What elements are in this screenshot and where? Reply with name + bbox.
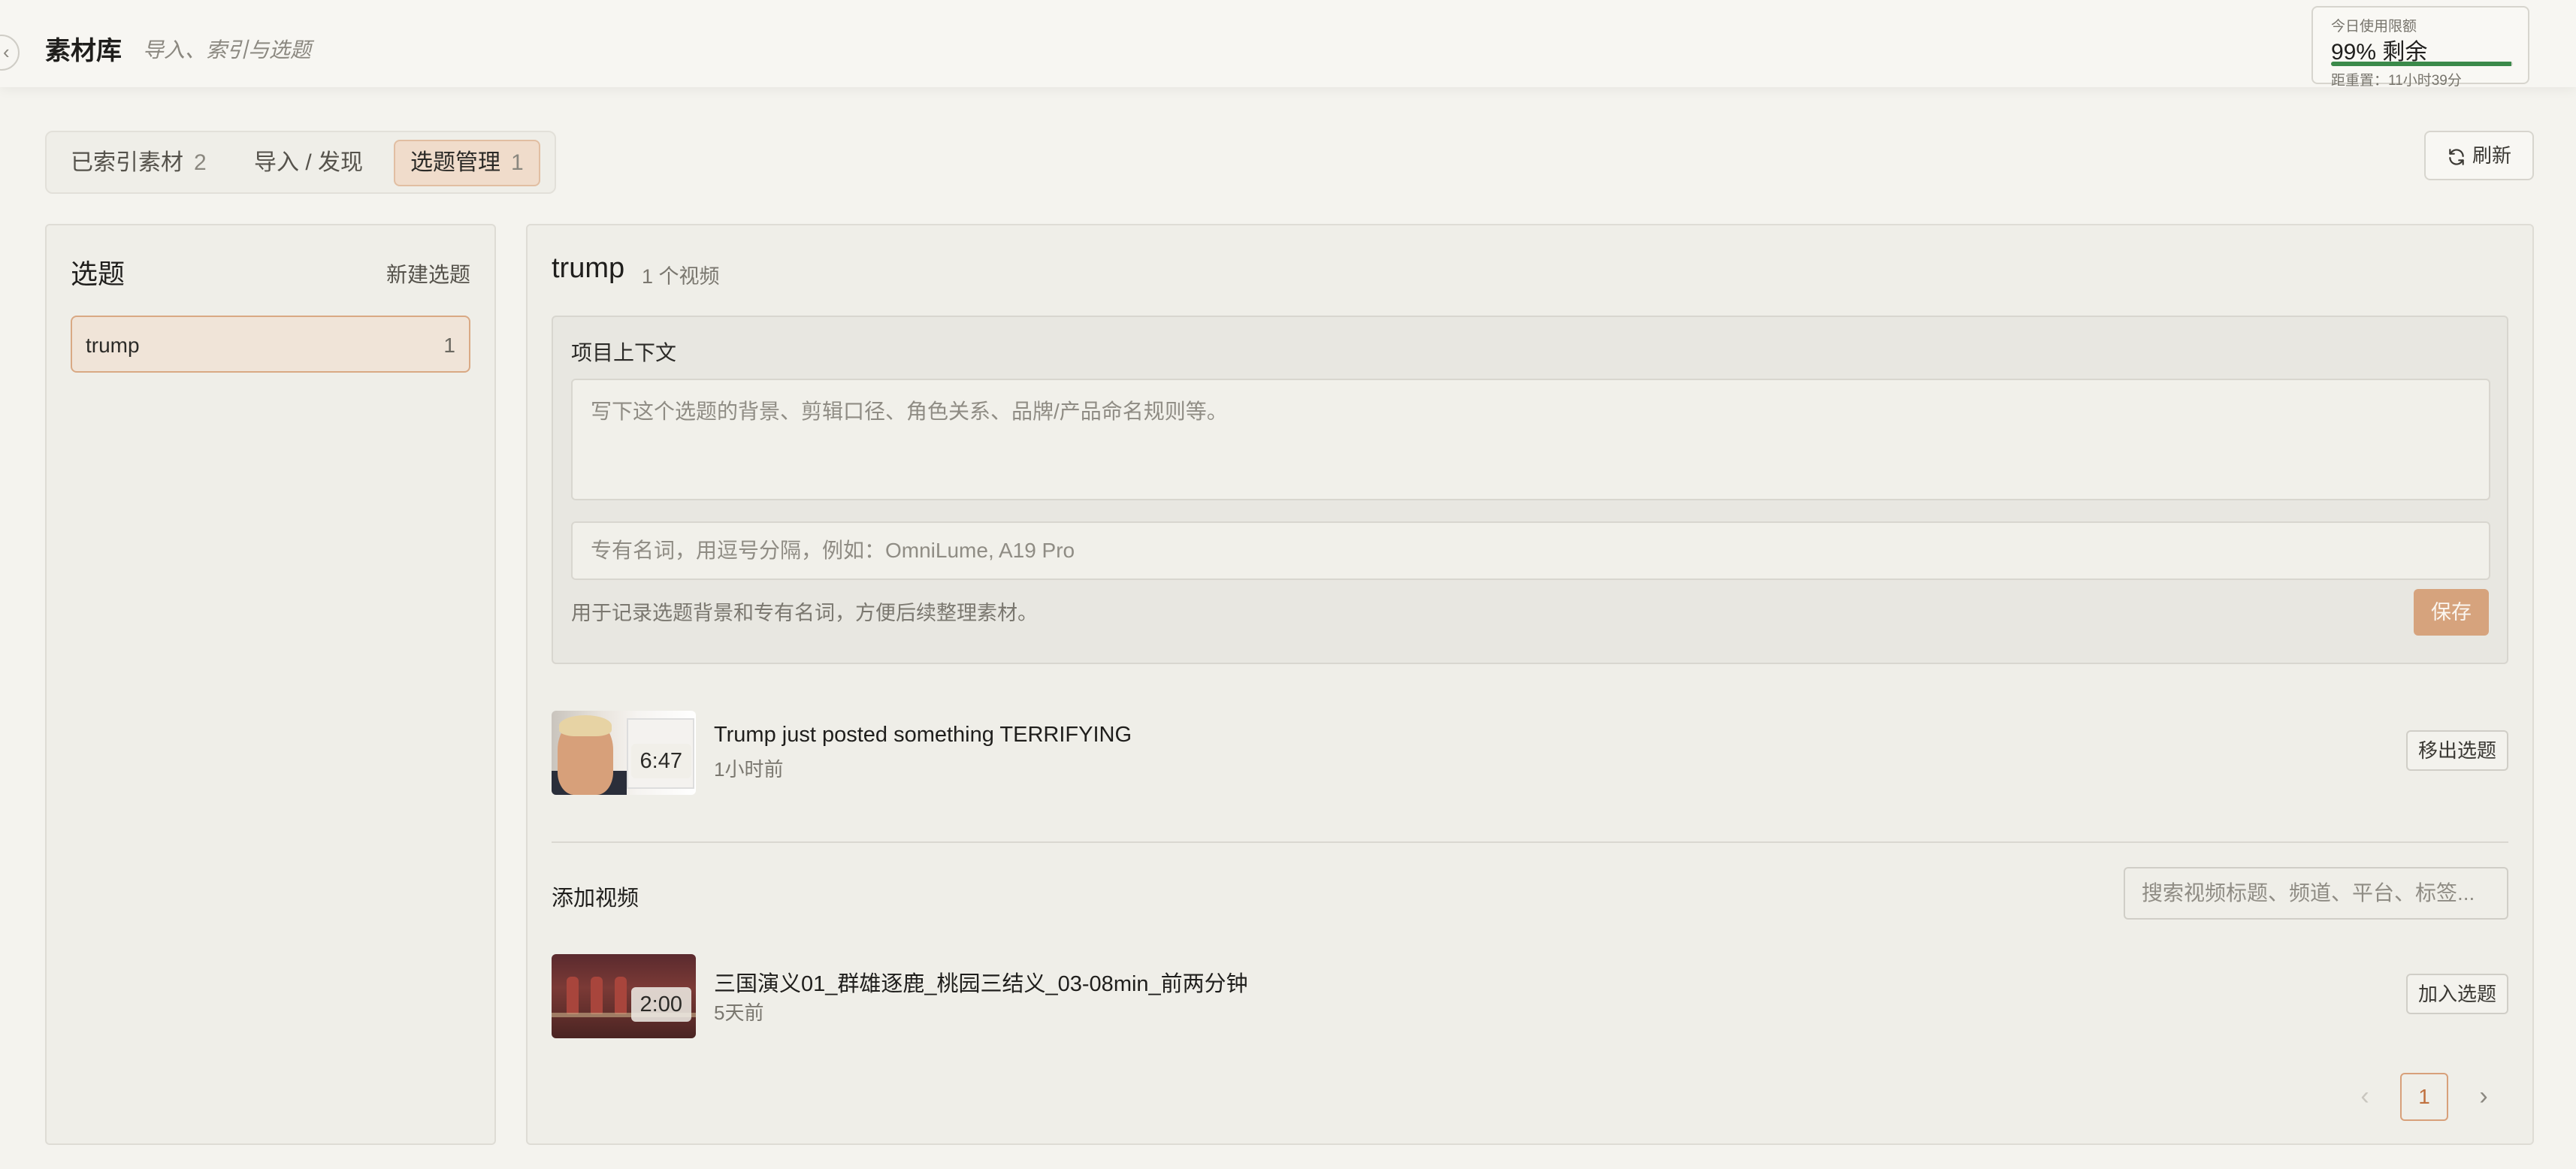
collapse-sidebar-button[interactable]: ‹	[0, 35, 20, 71]
tab-label: 选题管理	[410, 150, 500, 175]
refresh-button[interactable]: 刷新	[2424, 131, 2534, 180]
topic-name: trump	[86, 334, 140, 357]
usage-progress-bar	[2331, 62, 2513, 66]
tab-count: 1	[511, 150, 524, 175]
thumbnail-art	[615, 977, 627, 1014]
project-context-label: 项目上下文	[571, 341, 677, 364]
thumbnail-art	[559, 715, 612, 736]
page-number-button[interactable]: 1	[2400, 1073, 2448, 1121]
top-header: ‹ 素材库 导入、索引与选题 今日使用限额 99% 剩余 距重置：11小时39分	[0, 0, 2576, 89]
topics-panel: 选题 新建选题 trump 1	[45, 224, 496, 1145]
candidate-video-row[interactable]: 2:00 三国演义01_群雄逐鹿_桃园三结义_03-08min_前两分钟 5天前…	[552, 954, 2508, 1038]
usage-label: 今日使用限额	[2331, 19, 2417, 35]
thumbnail-art	[567, 977, 579, 1014]
save-button[interactable]: 保存	[2414, 589, 2489, 636]
tab-topic-management[interactable]: 选题管理 1	[394, 140, 540, 186]
tab-indexed-media[interactable]: 已索引素材 2	[56, 140, 222, 186]
chevron-left-icon: ‹	[3, 41, 10, 63]
topics-panel-title: 选题	[71, 258, 125, 289]
remove-from-topic-button[interactable]: 移出选题	[2405, 730, 2508, 771]
topic-video-row[interactable]: 6:47 Trump just posted something TERRIFY…	[552, 711, 2508, 795]
page-title: 素材库	[45, 37, 122, 65]
page-subtitle: 导入、索引与选题	[143, 38, 312, 62]
topic-item-trump[interactable]: trump 1	[71, 316, 470, 373]
tab-import-discover[interactable]: 导入 / 发现	[239, 140, 378, 186]
video-title[interactable]: 三国演义01_群雄逐鹿_桃园三结义_03-08min_前两分钟	[714, 966, 1248, 998]
proper-nouns-input[interactable]: 专有名词，用逗号分隔，例如：OmniLume, A19 Pro	[571, 521, 2490, 580]
topic-video-count: 1 个视频	[642, 265, 720, 288]
usage-reset-time: 距重置：11小时39分	[2331, 73, 2462, 89]
pagination: ‹ 1 ›	[2346, 1073, 2508, 1122]
chevron-right-icon[interactable]: ›	[2465, 1073, 2502, 1122]
video-thumbnail[interactable]: 2:00	[552, 954, 696, 1038]
topic-heading: trump	[552, 252, 625, 284]
video-time: 5天前	[714, 1001, 764, 1024]
refresh-icon	[2449, 149, 2464, 165]
usage-progress-fill	[2331, 62, 2511, 66]
video-time: 1小时前	[714, 758, 784, 781]
chevron-left-icon[interactable]: ‹	[2346, 1073, 2384, 1122]
section-divider	[552, 841, 2508, 843]
video-title[interactable]: Trump just posted something TERRIFYING	[714, 723, 1132, 748]
new-topic-button[interactable]: 新建选题	[386, 258, 470, 288]
video-thumbnail[interactable]: 6:47	[552, 711, 696, 795]
project-context-textarea[interactable]: 写下这个选题的背景、剪辑口径、角色关系、品牌/产品命名规则等。	[571, 379, 2490, 500]
tab-count: 2	[194, 150, 207, 175]
tab-label: 已索引素材	[71, 150, 183, 175]
video-duration: 2:00	[630, 987, 691, 1022]
project-context-box: 项目上下文 写下这个选题的背景、剪辑口径、角色关系、品牌/产品命名规则等。 专有…	[552, 316, 2508, 664]
add-video-label: 添加视频	[552, 887, 639, 911]
usage-quota-card: 今日使用限额 99% 剩余 距重置：11小时39分	[2311, 6, 2529, 89]
thumbnail-art	[591, 977, 603, 1014]
view-tabs: 已索引素材 2 导入 / 发现 选题管理 1	[45, 131, 556, 194]
context-hint: 用于记录选题背景和专有名词，方便后续整理素材。	[571, 602, 1038, 624]
add-to-topic-button[interactable]: 加入选题	[2405, 974, 2508, 1014]
tab-label: 导入 / 发现	[254, 150, 364, 175]
refresh-label: 刷新	[2472, 144, 2511, 167]
topic-count: 1	[443, 334, 455, 357]
video-duration: 6:47	[630, 744, 691, 778]
topic-detail-panel: trump 1 个视频 项目上下文 写下这个选题的背景、剪辑口径、角色关系、品牌…	[526, 224, 2534, 1145]
video-search-input[interactable]: 搜索视频标题、频道、平台、标签...	[2124, 867, 2508, 920]
